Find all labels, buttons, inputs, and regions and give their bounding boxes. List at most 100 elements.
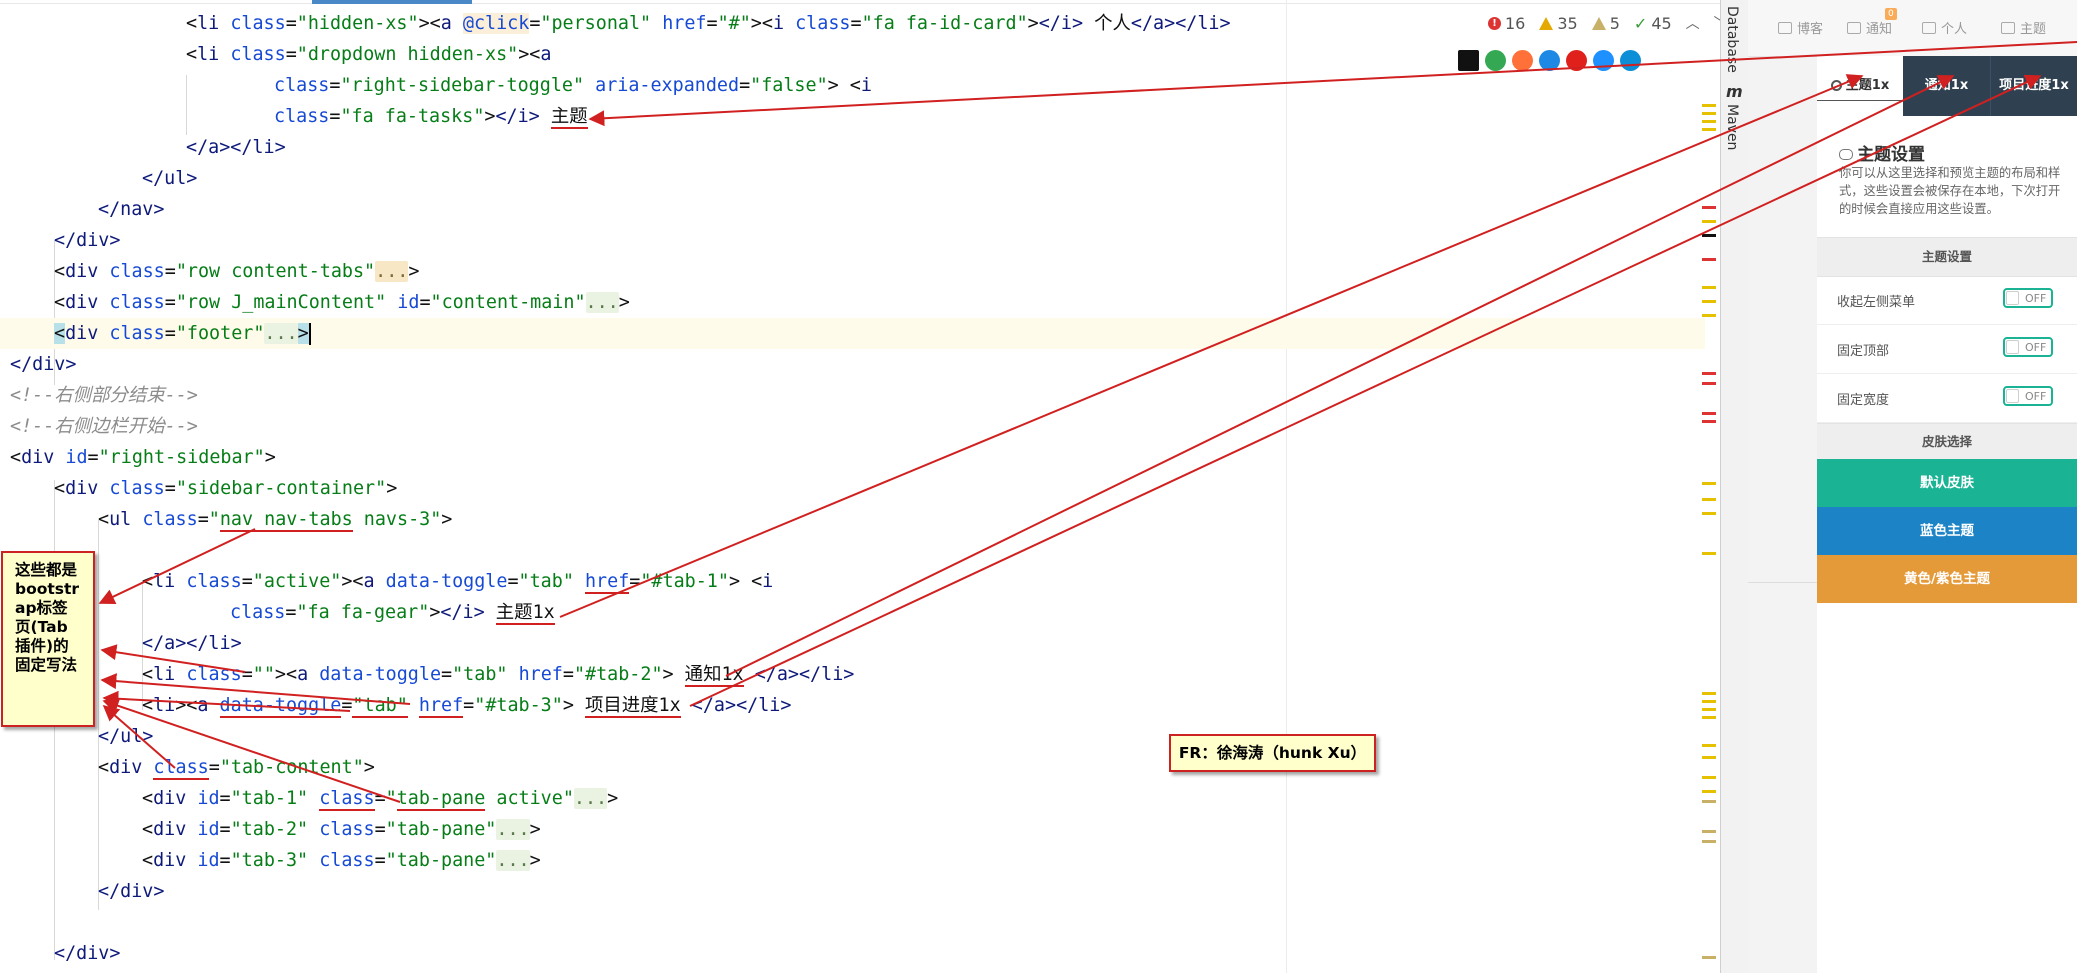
error-stripe-mark[interactable] — [1702, 776, 1716, 779]
code-line[interactable]: </div> — [0, 938, 1705, 969]
folded-code-marker[interactable]: ... — [585, 292, 619, 313]
error-stripe-mark[interactable] — [1702, 512, 1716, 515]
collapse-menu-toggle[interactable]: OFF — [2003, 288, 2053, 308]
code-line[interactable]: <div id="tab-3" class="tab-pane"...> — [0, 845, 1705, 876]
tab-theme[interactable]: 主题1x — [1817, 56, 1903, 116]
typo-count[interactable]: ✓ 45 — [1634, 14, 1672, 33]
code-line[interactable]: <div class="tab-content"> — [0, 752, 1705, 783]
error-stripe-mark[interactable] — [1702, 300, 1716, 303]
error-stripe-mark[interactable] — [1702, 420, 1716, 423]
folded-code-marker[interactable]: ... — [264, 323, 298, 344]
code-line[interactable]: <div id="tab-2" class="tab-pane"...> — [0, 814, 1705, 845]
code-line[interactable]: <div class="row J_mainContent" id="conte… — [0, 287, 1705, 318]
error-stripe-mark[interactable] — [1702, 830, 1716, 833]
code-line[interactable]: </ul> — [0, 721, 1705, 752]
error-stripe[interactable] — [1700, 0, 1718, 973]
tab-notify[interactable]: 通知1x — [1903, 56, 1990, 116]
nav-blog[interactable]: 博客 — [1778, 18, 1823, 37]
ie-icon[interactable] — [1593, 50, 1614, 71]
code-line[interactable]: class="right-sidebar-toggle" aria-expand… — [0, 70, 1705, 101]
folded-code-marker[interactable]: ... — [496, 819, 530, 840]
code-line[interactable]: <ul class="nav nav-tabs navs-3"> — [0, 504, 1705, 535]
error-stripe-mark[interactable] — [1702, 956, 1716, 959]
code-line[interactable]: </div> — [0, 876, 1705, 907]
error-stripe-mark[interactable] — [1702, 716, 1716, 719]
error-stripe-mark[interactable] — [1702, 700, 1716, 703]
code-line[interactable]: <!--右侧部分结束--> — [0, 380, 1705, 411]
error-stripe-mark[interactable] — [1702, 708, 1716, 711]
code-line[interactable]: <div class="row content-tabs"...> — [0, 256, 1705, 287]
safari-icon[interactable] — [1539, 50, 1560, 71]
option-collapse-menu: 收起左侧菜单 OFF — [1817, 276, 2077, 325]
error-stripe-mark[interactable] — [1702, 120, 1716, 123]
code-line[interactable]: <li><a data-toggle="tab" href="#tab-3"> … — [0, 690, 1705, 721]
error-stripe-mark[interactable] — [1702, 314, 1716, 317]
error-stripe-mark[interactable] — [1702, 756, 1716, 759]
skin-blue[interactable]: 蓝色主题 — [1817, 507, 2077, 555]
active-editor-tab-indicator[interactable] — [312, 0, 472, 4]
opera-icon[interactable] — [1566, 50, 1587, 71]
nav-theme[interactable]: 主题 — [2001, 18, 2046, 37]
tab-progress[interactable]: 项目进度1x — [1990, 56, 2077, 116]
error-stripe-mark[interactable] — [1702, 800, 1716, 803]
error-stripe-mark[interactable] — [1702, 552, 1716, 555]
error-stripe-mark[interactable] — [1702, 234, 1716, 237]
error-stripe-mark[interactable] — [1702, 840, 1716, 843]
fixed-width-toggle[interactable]: OFF — [2003, 386, 2053, 406]
error-stripe-mark[interactable] — [1702, 112, 1716, 115]
code-line[interactable]: <div id="tab-1" class="tab-pane active".… — [0, 783, 1705, 814]
warning-count[interactable]: 35 — [1539, 14, 1578, 33]
error-stripe-mark[interactable] — [1702, 498, 1716, 501]
error-stripe-mark[interactable] — [1702, 790, 1716, 793]
code-line[interactable]: </ul> — [0, 163, 1705, 194]
skin-default[interactable]: 默认皮肤 — [1817, 459, 2077, 507]
code-line[interactable]: </nav> — [0, 194, 1705, 225]
code-line[interactable]: </div> — [0, 349, 1705, 380]
error-stripe-mark[interactable] — [1702, 258, 1716, 261]
nav-personal[interactable]: 个人 — [1922, 18, 1967, 37]
nav-notify[interactable]: 通知 — [1847, 18, 1892, 37]
error-stripe-mark[interactable] — [1702, 482, 1716, 485]
chrome-icon[interactable] — [1485, 50, 1506, 71]
code-line[interactable]: <div class="sidebar-container"> — [0, 473, 1705, 504]
code-editor[interactable]: <li class="hidden-xs"><a @click="persona… — [0, 0, 1720, 973]
error-stripe-mark[interactable] — [1702, 286, 1716, 289]
edge-icon[interactable] — [1620, 50, 1641, 71]
fixed-top-toggle[interactable]: OFF — [2003, 337, 2053, 357]
firefox-icon[interactable] — [1512, 50, 1533, 71]
error-stripe-mark[interactable] — [1702, 692, 1716, 695]
error-stripe-mark[interactable] — [1702, 104, 1716, 107]
code-line[interactable]: <li class="dropdown hidden-xs"><a — [0, 39, 1705, 70]
code-line[interactable]: class="fa fa-gear"></i> 主题1x — [0, 597, 1705, 628]
jetbrains-icon[interactable] — [1458, 50, 1479, 71]
weak-warning-count[interactable]: 5 — [1591, 14, 1620, 33]
code-line[interactable]: <li class="hidden-xs"><a @click="persona… — [0, 8, 1705, 39]
code-line[interactable]: <li class=""><a data-toggle="tab" href="… — [0, 659, 1705, 690]
code-line[interactable]: </a></li> — [0, 628, 1705, 659]
skin-yellow-purple[interactable]: 黄色/紫色主题 — [1817, 555, 2077, 603]
code-line[interactable]: </a></li> — [0, 132, 1705, 163]
error-stripe-mark[interactable] — [1702, 220, 1716, 223]
chevron-up-icon[interactable]: ︿ — [1686, 13, 1700, 33]
error-stripe-mark[interactable] — [1702, 744, 1716, 747]
annotation-note: 这些都是bootstrap标签页(Tab插件)的固定写法 — [1, 551, 95, 727]
error-count[interactable]: ! 16 — [1488, 14, 1525, 33]
code-line[interactable]: <div id="right-sidebar"> — [0, 442, 1705, 473]
error-stripe-mark[interactable] — [1702, 372, 1716, 375]
warning-icon — [1539, 16, 1554, 30]
database-tool-button[interactable]: Database — [1724, 6, 1740, 73]
folded-code-marker[interactable]: ... — [375, 261, 409, 282]
error-stripe-mark[interactable] — [1702, 206, 1716, 209]
error-stripe-mark[interactable] — [1702, 382, 1716, 385]
code-line[interactable]: </div> — [0, 225, 1705, 256]
code-line[interactable]: <!--右侧边栏开始--> — [0, 411, 1705, 442]
code-line-current[interactable]: <div class="footer"...> — [0, 318, 1705, 349]
maven-tool-button[interactable]: Maven — [1724, 104, 1740, 150]
folded-code-marker[interactable]: ... — [573, 788, 608, 809]
code-line[interactable]: class="fa fa-tasks"></i> 主题 — [0, 101, 1705, 132]
error-stripe-mark[interactable] — [1702, 412, 1716, 415]
error-stripe-mark[interactable] — [1702, 128, 1716, 131]
inspection-widget[interactable]: !16 35 5 ✓45 ︿ ﹀ — [1488, 12, 1720, 34]
code-line[interactable]: <li class="active"><a data-toggle="tab" … — [0, 566, 1705, 597]
folded-code-marker[interactable]: ... — [496, 850, 530, 871]
